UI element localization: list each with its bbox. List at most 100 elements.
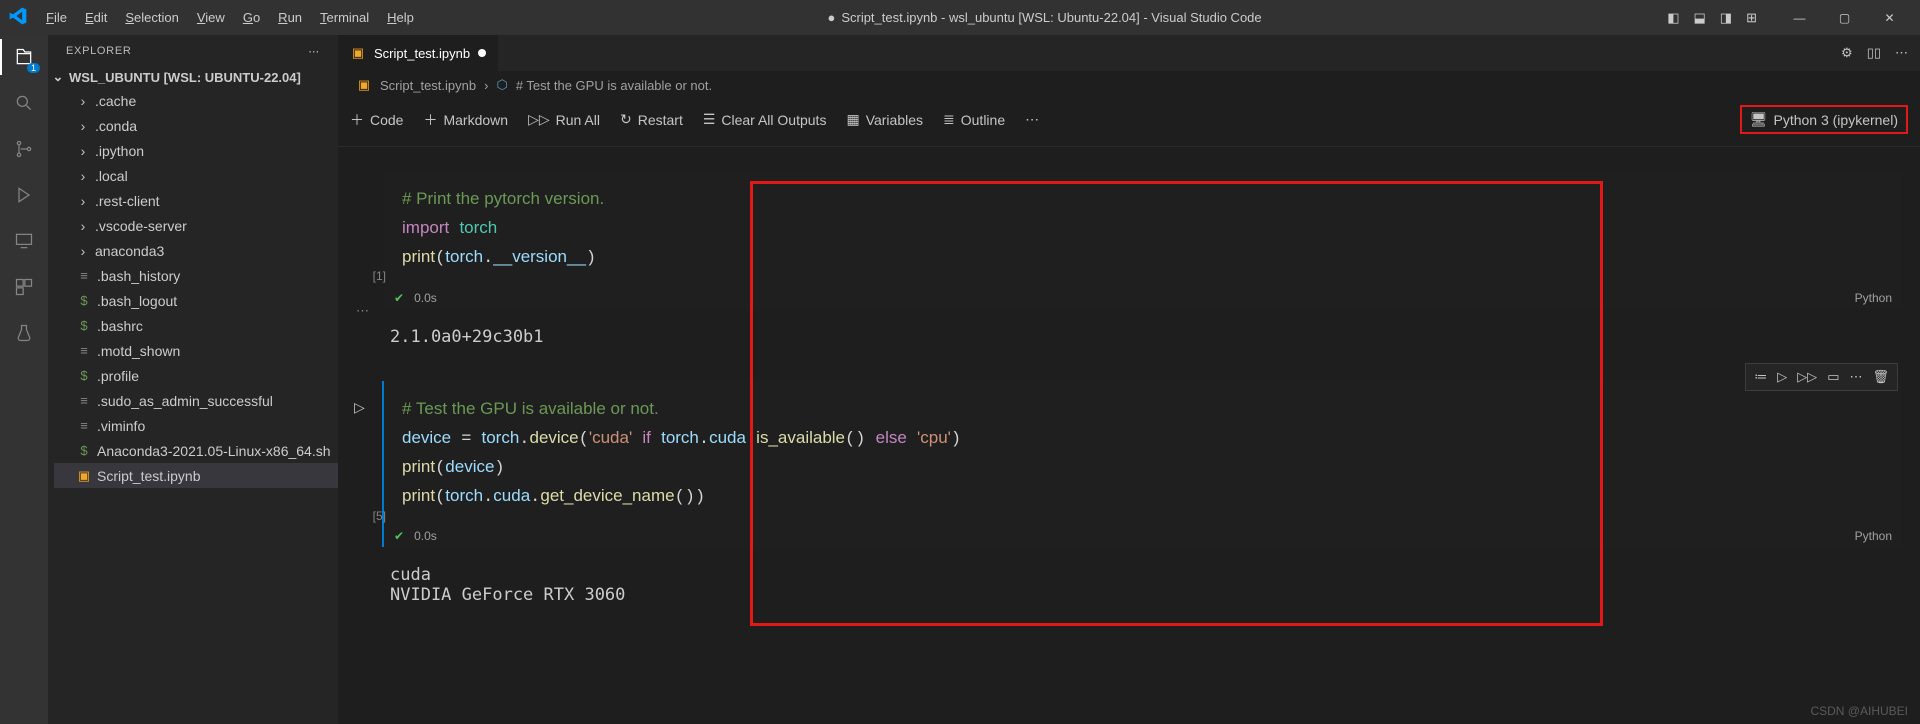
menu-view[interactable]: View — [189, 6, 233, 29]
notebook-icon: ▣ — [356, 77, 372, 93]
menu-run[interactable]: Run — [270, 6, 310, 29]
exec-time: 0.0s — [414, 529, 437, 543]
cell-status: ✔ 0.0s Python — [384, 525, 1902, 547]
code-cell[interactable]: # Test the GPU is available or not. devi… — [382, 381, 1902, 548]
tree-item[interactable]: $Anaconda3-2021.05-Linux-x86_64.sh — [54, 438, 338, 463]
maximize-button[interactable]: ▢ — [1822, 3, 1867, 33]
cell-output: 2.1.0a0+29c30b1 — [338, 317, 1920, 357]
success-icon: ✔ — [394, 291, 404, 305]
cell-lang[interactable]: Python — [1855, 529, 1892, 543]
badge: 1 — [27, 63, 40, 73]
minimize-button[interactable]: — — [1777, 3, 1822, 33]
code-cell[interactable]: # Print the pytorch version. import torc… — [384, 171, 1902, 309]
more-actions-icon[interactable]: ⋯ — [1895, 45, 1908, 61]
cell-more-icon[interactable]: ⋯ — [1849, 369, 1862, 385]
clear-outputs-button[interactable]: ☰ Clear All Outputs — [703, 111, 827, 128]
code-content[interactable]: # Print the pytorch version. import torc… — [384, 171, 1902, 287]
layout-right-icon[interactable]: ◨ — [1720, 10, 1732, 26]
file-tree: ›.cache›.conda›.ipython›.local›.rest-cli… — [48, 88, 338, 488]
window-title: Script_test.ipynb - wsl_ubuntu [WSL: Ubu… — [422, 10, 1667, 25]
success-icon: ✔ — [394, 529, 404, 543]
watermark: CSDN @AIHUBEI — [1810, 704, 1908, 718]
code-content[interactable]: # Test the GPU is available or not. devi… — [384, 381, 1902, 526]
notebook-cells: # Print the pytorch version. import torc… — [338, 147, 1920, 724]
collapse-icon[interactable]: ⋯ — [356, 303, 369, 319]
run-by-line-icon[interactable]: ≔ — [1754, 369, 1767, 385]
tree-item[interactable]: ›.cache — [54, 88, 338, 113]
menu-help[interactable]: Help — [379, 6, 422, 29]
cell-output: cuda NVIDIA GeForce RTX 3060 — [338, 555, 1920, 615]
play-icon[interactable]: ▷ — [354, 399, 365, 416]
tree-item[interactable]: ▣Script_test.ipynb — [54, 463, 338, 488]
layout-buttons: ◧ ⬓ ◨ ⊞ — [1667, 10, 1757, 26]
delete-cell-icon[interactable]: 🗑 — [1872, 369, 1889, 385]
execute-below-icon[interactable]: ▷▷ — [1797, 369, 1817, 385]
chevron-down-icon: ⌄ — [51, 69, 65, 85]
execute-cell-icon[interactable]: ▷ — [1777, 369, 1787, 385]
run-all-button[interactable]: ▷▷ Run All — [528, 111, 600, 128]
explorer-activity-icon[interactable]: 1 — [10, 43, 38, 71]
tree-item[interactable]: ›.ipython — [54, 138, 338, 163]
server-icon: 🖥 — [1750, 111, 1768, 128]
outline-button[interactable]: ≣ Outline — [943, 111, 1005, 128]
menu-bar: FileEditSelectionViewGoRunTerminalHelp — [38, 6, 422, 29]
window-controls: — ▢ ✕ — [1777, 3, 1912, 33]
tree-item[interactable]: ›.local — [54, 163, 338, 188]
tree-item[interactable]: $.bashrc — [54, 313, 338, 338]
breadcrumb-cell: # Test the GPU is available or not. — [516, 78, 712, 93]
tree-item[interactable]: ›anaconda3 — [54, 238, 338, 263]
breadcrumb[interactable]: ▣ Script_test.ipynb › ⬡ # Test the GPU i… — [338, 71, 1920, 99]
tree-item[interactable]: ›.conda — [54, 113, 338, 138]
menu-terminal[interactable]: Terminal — [312, 6, 377, 29]
exec-time: 0.0s — [414, 291, 437, 305]
toolbar-more-icon[interactable]: ⋯ — [1025, 111, 1039, 128]
title-bar: FileEditSelectionViewGoRunTerminalHelp S… — [0, 0, 1920, 35]
variables-button[interactable]: ▦ Variables — [846, 111, 923, 128]
tree-item[interactable]: ≡.sudo_as_admin_successful — [54, 388, 338, 413]
workspace-section[interactable]: ⌄ WSL_UBUNTU [WSL: UBUNTU-22.04] — [48, 66, 338, 88]
close-button[interactable]: ✕ — [1867, 3, 1912, 33]
explorer-title: EXPLORER — [66, 45, 132, 58]
more-icon[interactable]: ⋯ — [308, 45, 320, 58]
cell-status: ✔ 0.0s Python — [384, 287, 1902, 309]
remote-activity-icon[interactable] — [10, 227, 38, 255]
activity-bar: 1 — [0, 35, 48, 724]
tree-item[interactable]: $.bash_logout — [54, 288, 338, 313]
run-debug-activity-icon[interactable] — [10, 181, 38, 209]
tree-item[interactable]: ›.vscode-server — [54, 213, 338, 238]
breadcrumb-file: Script_test.ipynb — [380, 78, 476, 93]
editor-tabs: ▣ Script_test.ipynb ⚙ ▯▯ ⋯ — [338, 35, 1920, 71]
add-code-button[interactable]: ＋ Code — [350, 110, 403, 130]
cell-lang[interactable]: Python — [1855, 291, 1892, 305]
menu-go[interactable]: Go — [235, 6, 268, 29]
extensions-activity-icon[interactable] — [10, 273, 38, 301]
split-editor-icon[interactable]: ▯▯ — [1867, 45, 1881, 61]
tree-item[interactable]: ≡.viminfo — [54, 413, 338, 438]
layout-grid-icon[interactable]: ⊞ — [1746, 10, 1757, 26]
restart-button[interactable]: ↻ Restart — [620, 111, 683, 128]
menu-selection[interactable]: Selection — [117, 6, 186, 29]
tree-item[interactable]: $.profile — [54, 363, 338, 388]
add-markdown-button[interactable]: ＋ Markdown — [423, 110, 508, 130]
menu-file[interactable]: File — [38, 6, 75, 29]
tree-item[interactable]: ≡.bash_history — [54, 263, 338, 288]
split-cell-icon[interactable]: ▭ — [1827, 369, 1839, 385]
exec-count: [1] — [352, 269, 386, 283]
menu-edit[interactable]: Edit — [77, 6, 115, 29]
tree-item[interactable]: ›.rest-client — [54, 188, 338, 213]
search-activity-icon[interactable] — [10, 89, 38, 117]
source-control-activity-icon[interactable] — [10, 135, 38, 163]
chevron-right-icon: › — [484, 78, 488, 93]
testing-activity-icon[interactable] — [10, 319, 38, 347]
layout-left-icon[interactable]: ◧ — [1667, 10, 1679, 26]
workspace-name: WSL_UBUNTU [WSL: UBUNTU-22.04] — [69, 70, 301, 85]
vscode-logo-icon — [8, 6, 32, 30]
layout-bottom-icon[interactable]: ⬓ — [1694, 10, 1706, 26]
notebook-settings-icon[interactable]: ⚙ — [1841, 45, 1853, 61]
editor-tab[interactable]: ▣ Script_test.ipynb — [338, 35, 499, 71]
editor-area: ▣ Script_test.ipynb ⚙ ▯▯ ⋯ ▣ Script_test… — [338, 35, 1920, 724]
kernel-selector[interactable]: 🖥 Python 3 (ipykernel) — [1740, 105, 1908, 134]
tree-item[interactable]: ≡.motd_shown — [54, 338, 338, 363]
kernel-label: Python 3 (ipykernel) — [1773, 112, 1898, 128]
tab-label: Script_test.ipynb — [374, 46, 470, 61]
